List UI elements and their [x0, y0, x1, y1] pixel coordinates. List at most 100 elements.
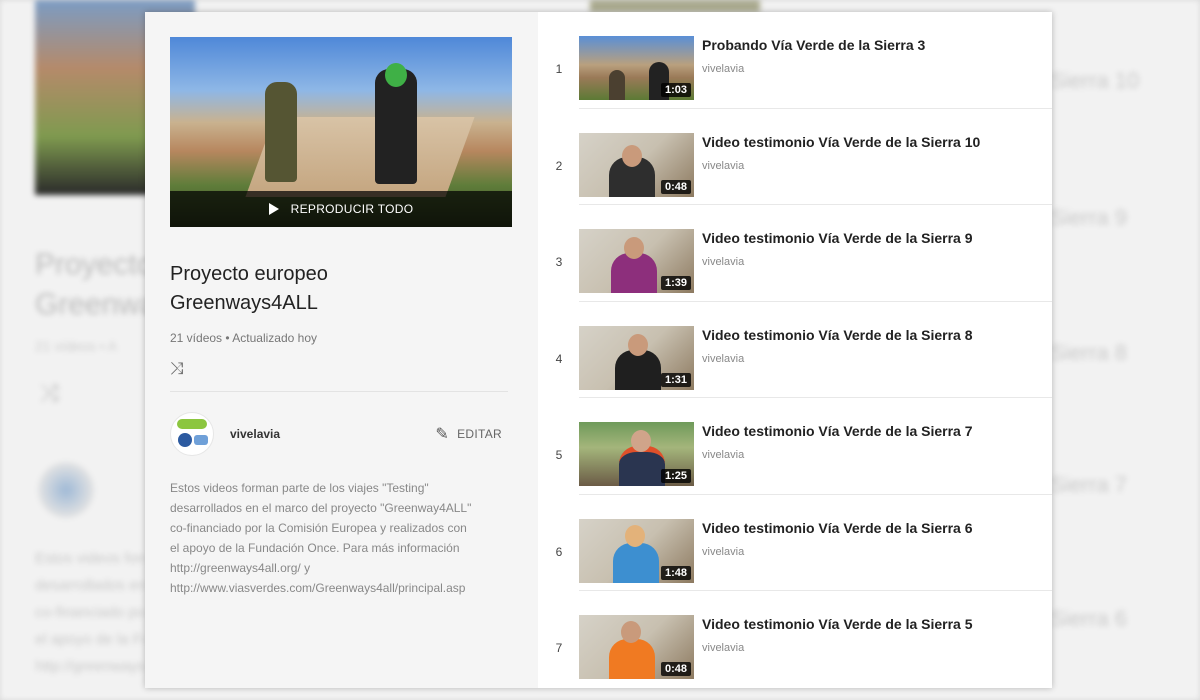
thumb-figure — [615, 349, 661, 390]
video-count: 21 vídeos — [170, 331, 223, 345]
video-index: 6 — [555, 544, 563, 559]
thumb-figure — [609, 639, 655, 679]
video-channel[interactable]: vivelavia — [702, 160, 980, 172]
video-thumbnail[interactable]: 1:31 — [579, 325, 694, 390]
edit-button[interactable]: ✎ EDITAR — [435, 424, 502, 444]
thumb-head — [631, 430, 651, 452]
video-channel[interactable]: vivelavia — [702, 546, 973, 558]
video-info: Video testimonio Vía Verde de la Sierra … — [702, 519, 973, 558]
video-duration: 1:03 — [660, 83, 691, 97]
video-duration: 1:25 — [660, 469, 691, 483]
background-right-title: Sierra 10 — [1050, 68, 1140, 93]
video-title[interactable]: Video testimonio Vía Verde de la Sierra … — [702, 326, 973, 344]
hero-rider — [265, 82, 297, 182]
video-item[interactable]: 6 1:48 Video testimonio Vía Verde de la … — [547, 495, 1052, 591]
background-strip — [590, 0, 760, 12]
background-right-title: Sierra 7 — [1050, 472, 1128, 497]
video-item[interactable]: 5 1:25 Video testimonio Vía Verde de la … — [547, 398, 1052, 495]
description-link[interactable]: http://www.viasverdes.com/Greenways4all/… — [170, 578, 510, 598]
video-item[interactable]: 2 0:48 Video testimonio Vía Verde de la … — [547, 109, 1052, 205]
video-index: 3 — [555, 255, 563, 269]
thumb-head — [624, 237, 644, 259]
video-channel[interactable]: vivelavia — [702, 63, 925, 75]
video-channel[interactable]: vivelavia — [702, 256, 973, 268]
playlist-meta: 21 vídeos • Actualizado hoy — [170, 331, 513, 345]
video-thumbnail[interactable]: 1:48 — [579, 518, 694, 583]
background-description-line: http://greenways4all.org/ y — [35, 658, 145, 675]
background-description-line: el apoyo de la Fundación Once. Para más … — [35, 631, 145, 648]
edit-label: EDITAR — [457, 427, 502, 441]
playlist-title-line1: Proyecto europeo — [170, 263, 328, 285]
video-info: Video testimonio Vía Verde de la Sierra … — [702, 422, 973, 461]
owner-avatar[interactable] — [170, 412, 214, 456]
background-avatar — [38, 462, 94, 518]
avatar-logo-blue — [178, 433, 192, 447]
video-index: 1 — [555, 62, 563, 76]
video-info: Video testimonio Vía Verde de la Sierra … — [702, 229, 973, 268]
play-icon — [268, 203, 279, 215]
thumb-head — [621, 621, 641, 643]
video-title[interactable]: Video testimonio Vía Verde de la Sierra … — [702, 422, 973, 440]
thumb-figure — [609, 70, 625, 100]
background-right-title: Sierra 9 — [1050, 205, 1128, 230]
background-right-title: Sierra 8 — [1050, 340, 1128, 365]
thumb-head — [625, 524, 645, 547]
video-item[interactable]: 4 1:31 Video testimonio Vía Verde de la … — [547, 302, 1052, 398]
video-index: 4 — [555, 351, 563, 366]
hero-rider-helmet — [385, 63, 407, 87]
video-duration: 1:39 — [660, 276, 691, 290]
video-title[interactable]: Video testimonio Vía Verde de la Sierra … — [702, 133, 980, 151]
background-description-line: desarrollados en el marco del proyecto "… — [35, 577, 145, 594]
video-item[interactable]: 7 0:48 Video testimonio Vía Verde de la … — [547, 591, 1052, 688]
description-line: co-financiado por la Comisión Europea y … — [170, 521, 467, 535]
shuffle-icon[interactable]: ⤨ — [170, 359, 190, 379]
updated-label: Actualizado hoy — [232, 331, 317, 345]
background-meta: 21 vídeos • A — [35, 338, 117, 354]
video-channel[interactable]: vivelavia — [702, 642, 973, 654]
playlist-header: REPRODUCIR TODO Proyecto europeo Greenwa… — [145, 12, 538, 688]
meta-separator: • — [225, 331, 230, 345]
video-title[interactable]: Video testimonio Vía Verde de la Sierra … — [702, 229, 973, 247]
video-channel[interactable]: vivelavia — [702, 353, 973, 365]
video-index: 7 — [555, 641, 563, 655]
video-list: 1 1:03 Probando Vía Verde de la Sierra 3… — [538, 12, 1052, 688]
video-duration: 1:48 — [660, 565, 691, 580]
avatar-logo-lightblue — [194, 435, 208, 445]
divider — [170, 391, 508, 392]
video-title[interactable]: Video testimonio Vía Verde de la Sierra … — [702, 519, 973, 537]
video-channel[interactable]: vivelavia — [702, 449, 973, 461]
video-title[interactable]: Video testimonio Vía Verde de la Sierra … — [702, 615, 973, 633]
video-item[interactable]: 3 1:39 Video testimonio Vía Verde de la … — [547, 205, 1052, 302]
video-item[interactable]: 1 1:03 Probando Vía Verde de la Sierra 3… — [547, 12, 1052, 109]
video-title[interactable]: Probando Vía Verde de la Sierra 3 — [702, 36, 925, 54]
background-right-title: Sierra 6 — [1050, 606, 1128, 631]
description-link[interactable]: http://greenways4all.org/ y — [170, 558, 510, 578]
playlist-card: REPRODUCIR TODO Proyecto europeo Greenwa… — [145, 12, 1052, 688]
thumb-figure — [619, 446, 665, 486]
video-index: 5 — [555, 448, 563, 462]
video-thumbnail[interactable]: 1:25 — [579, 422, 694, 486]
description-line: el apoyo de la Fundación Once. Para más … — [170, 541, 460, 555]
video-duration: 1:31 — [660, 372, 691, 387]
owner-name[interactable]: vivelavia — [230, 427, 280, 441]
thumb-head — [628, 333, 648, 356]
video-thumbnail[interactable]: 1:03 — [579, 36, 694, 100]
video-thumbnail[interactable]: 0:48 — [579, 132, 694, 197]
play-all-button[interactable]: REPRODUCIR TODO — [170, 191, 512, 227]
thumb-head — [622, 144, 642, 167]
video-thumbnail[interactable]: 0:48 — [579, 615, 694, 679]
video-duration: 0:48 — [660, 179, 691, 194]
background-description-line: Estos videos forman parte de los viajes … — [35, 550, 145, 567]
avatar-logo-green — [177, 419, 207, 429]
playlist-owner: vivelavia ✎ EDITAR — [170, 412, 513, 456]
playlist-description: Estos videos forman parte de los viajes … — [170, 478, 510, 598]
playlist-title-line2: Greenways4ALL — [170, 292, 318, 314]
playlist-hero-thumbnail[interactable]: REPRODUCIR TODO — [170, 37, 512, 227]
video-info: Probando Vía Verde de la Sierra 3 vivela… — [702, 36, 925, 75]
hero-rider — [375, 63, 417, 184]
video-duration: 0:48 — [660, 662, 691, 676]
playlist-title: Proyecto europeo Greenways4ALL — [170, 260, 513, 318]
video-thumbnail[interactable]: 1:39 — [579, 229, 694, 293]
thumb-figure — [611, 253, 657, 293]
background-description-line: co-financiado por la Comisión Europea y … — [35, 604, 145, 621]
